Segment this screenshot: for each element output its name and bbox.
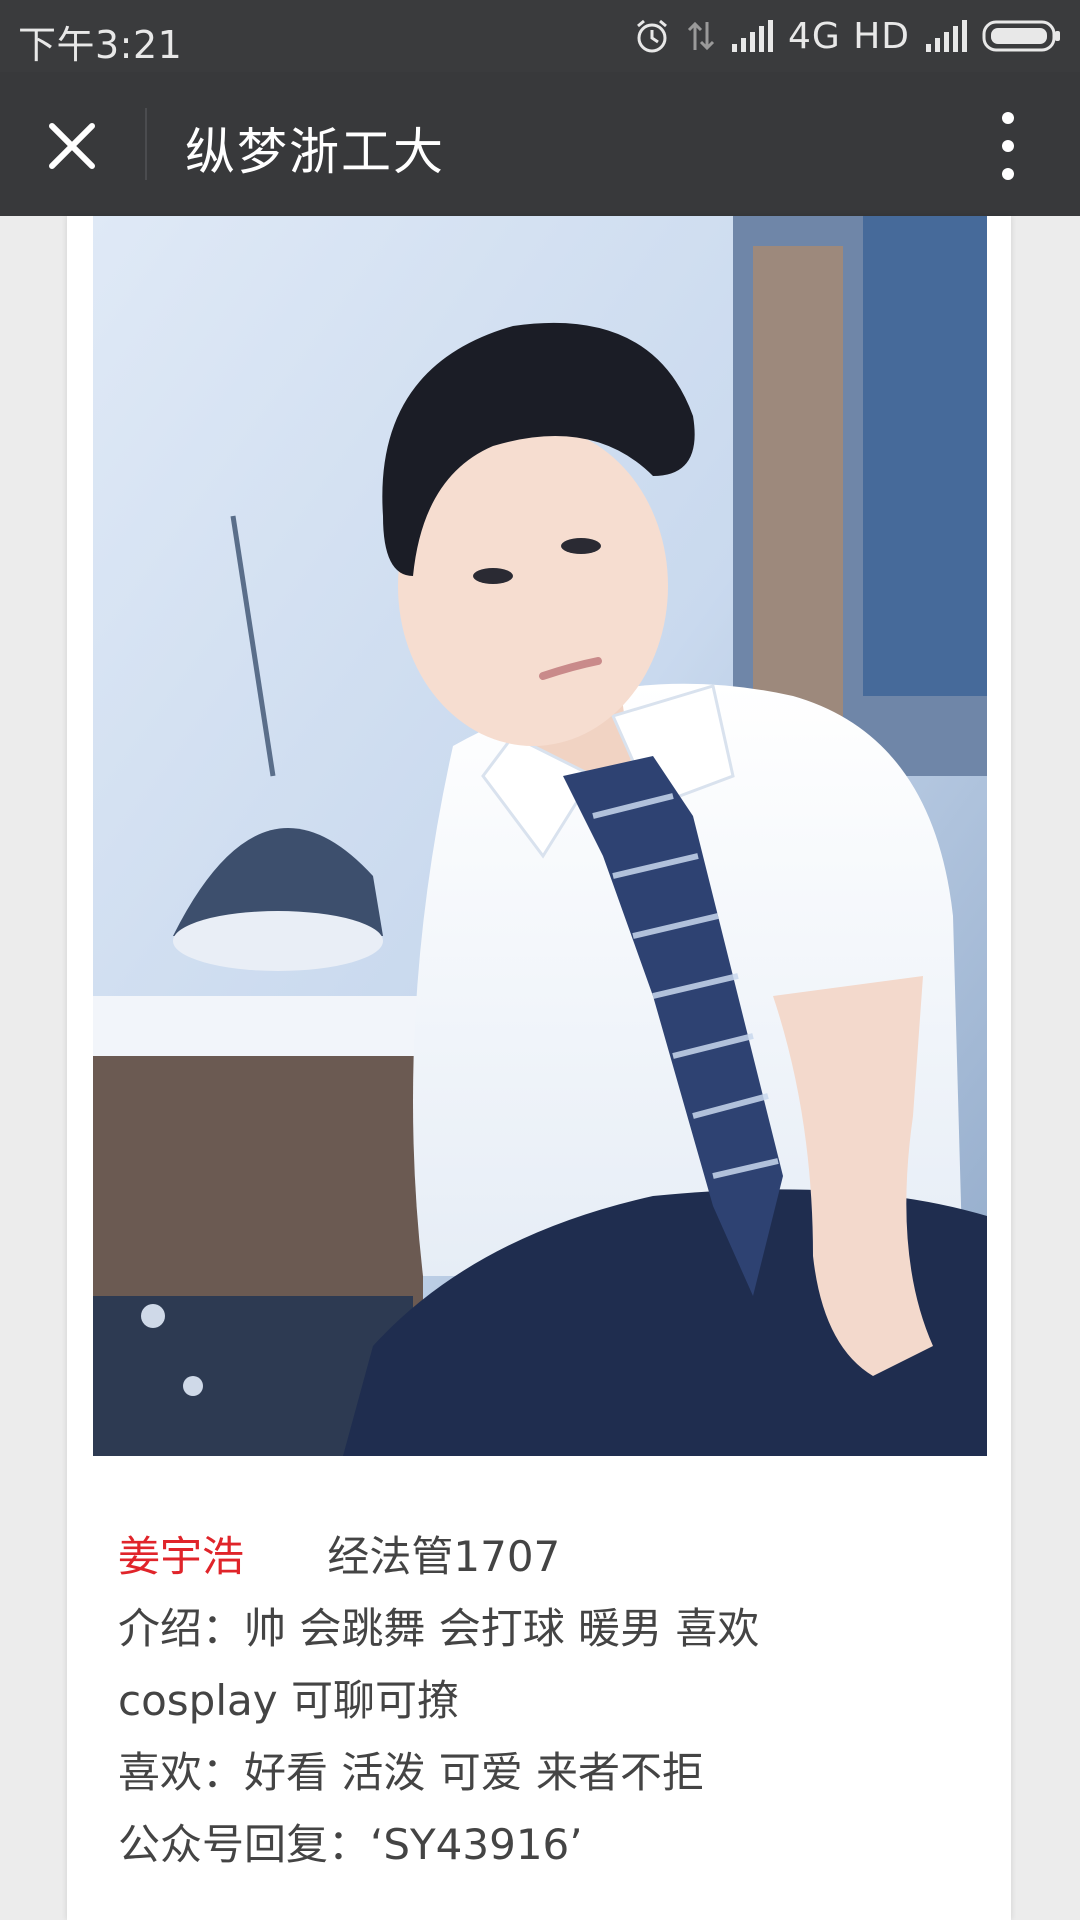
profile-info: 姜宇浩 经法管1707 介绍：帅 会跳舞 会打球 暖男 喜欢 cosplay 可… bbox=[118, 1521, 978, 1881]
more-button[interactable] bbox=[980, 108, 1036, 184]
status-icons: 4G HD bbox=[632, 10, 1062, 62]
page-title: 纵梦浙工大 bbox=[185, 123, 445, 181]
title-bar: 纵梦浙工大 bbox=[0, 72, 1080, 216]
profile-header: 姜宇浩 经法管1707 bbox=[118, 1521, 978, 1593]
alarm-icon bbox=[636, 19, 667, 53]
profile-major: 经法管1707 bbox=[327, 1532, 561, 1581]
title-divider bbox=[145, 108, 147, 180]
profile-intro-line1: 介绍：帅 会跳舞 会打球 暖男 喜欢 bbox=[118, 1604, 760, 1653]
more-vertical-icon bbox=[1002, 112, 1014, 180]
profile-name: 姜宇浩 bbox=[118, 1532, 245, 1581]
network-type: 4G HD bbox=[787, 15, 910, 57]
profile-likes: 喜欢：好看 活泼 可爱 来者不拒 bbox=[118, 1748, 705, 1797]
close-button[interactable] bbox=[36, 110, 108, 182]
status-bar: 下午3:21 4G HD bbox=[0, 0, 1080, 72]
profile-photo bbox=[93, 216, 987, 1456]
profile-intro-line2: cosplay 可聊可撩 bbox=[118, 1676, 459, 1725]
close-icon bbox=[49, 123, 95, 169]
profile-reply-code: 公众号回复：‘SY43916’ bbox=[118, 1820, 583, 1869]
signal-icon bbox=[926, 20, 967, 52]
battery-icon bbox=[982, 20, 1060, 52]
status-time: 下午3:21 bbox=[18, 23, 183, 67]
article-content: 姜宇浩 经法管1707 介绍：帅 会跳舞 会打球 暖男 喜欢 cosplay 可… bbox=[67, 216, 1011, 1920]
data-arrows-icon bbox=[687, 21, 715, 51]
signal-icon bbox=[731, 20, 773, 52]
